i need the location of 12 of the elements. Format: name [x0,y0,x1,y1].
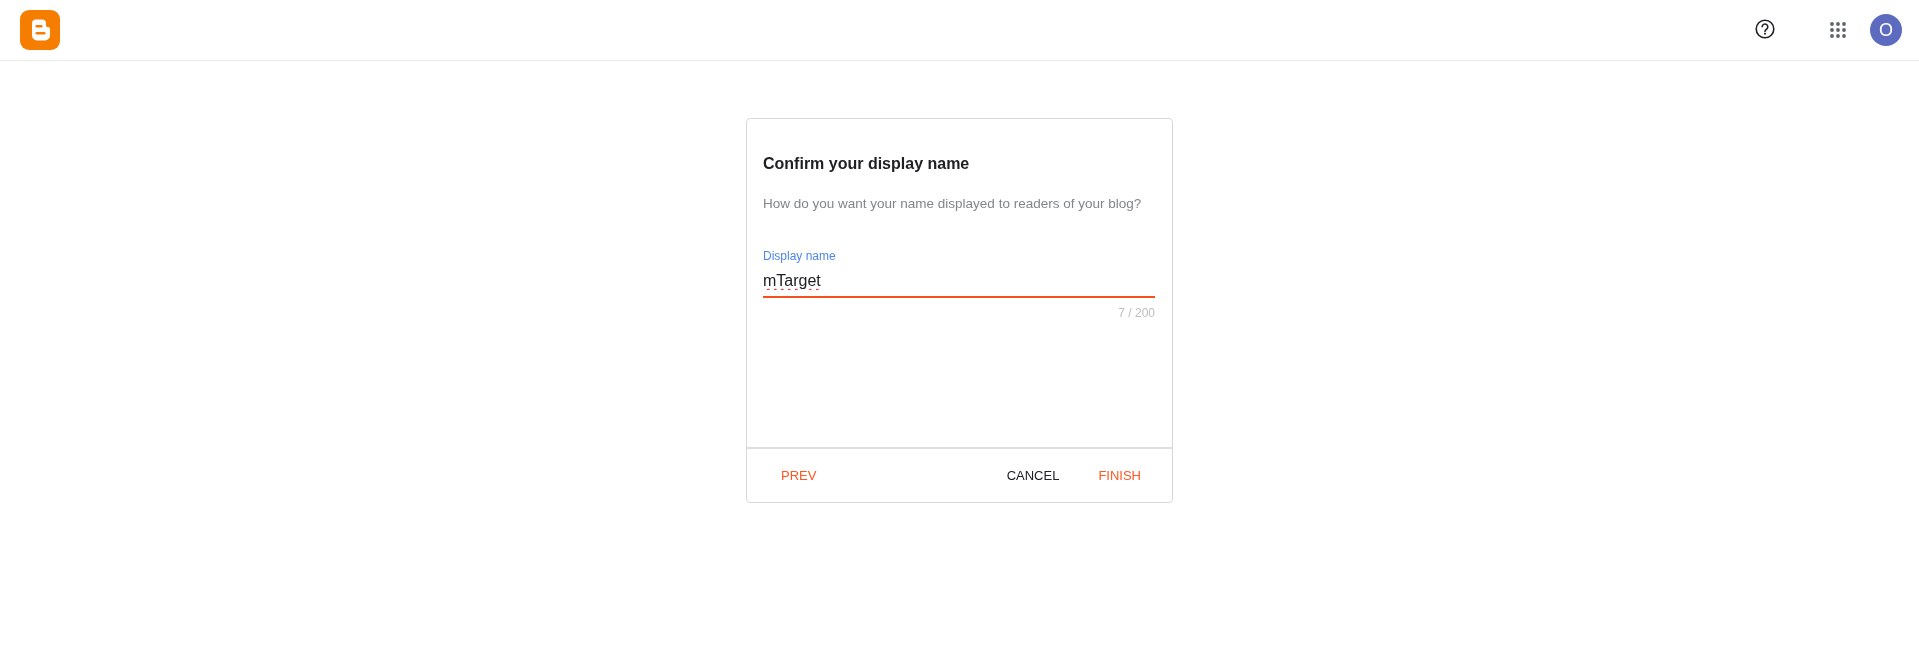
finish-button[interactable]: FINISH [1082,460,1157,491]
logo-icon[interactable] [20,10,60,50]
cancel-button[interactable]: CANCEL [990,460,1076,491]
display-name-field[interactable]: mTarget [763,269,1155,298]
help-icon[interactable] [1755,19,1775,39]
apps-grid-icon[interactable] [1830,22,1846,38]
account-avatar[interactable]: O [1870,14,1902,46]
dialog-title: Confirm your display name [763,154,970,174]
field-label: Display name [763,249,836,263]
character-counter: 7 / 200 [1118,306,1155,320]
previous-button[interactable]: PREV [765,460,833,491]
dialog-description: How do you want your name displayed to readers of your blog? [763,195,1142,213]
